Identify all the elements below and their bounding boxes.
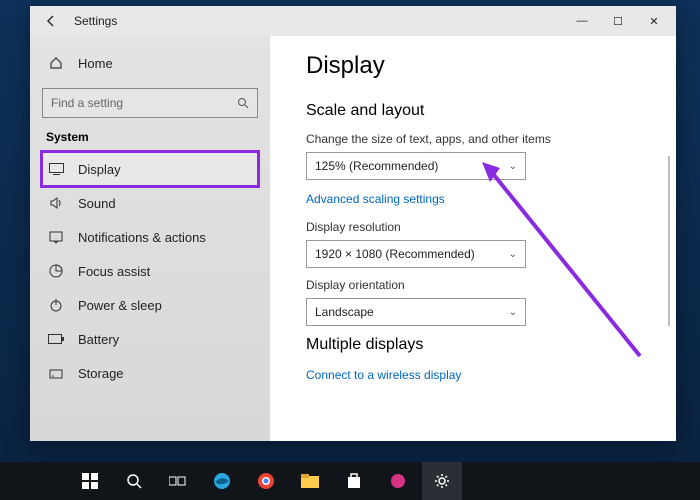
scrollbar[interactable]	[668, 156, 670, 326]
maximize-button[interactable]: ☐	[600, 6, 636, 36]
advanced-scaling-link[interactable]: Advanced scaling settings	[306, 192, 445, 206]
search-placeholder: Find a setting	[51, 96, 123, 110]
sidebar-item-label: Focus assist	[78, 264, 150, 279]
resolution-label: Display resolution	[306, 220, 648, 234]
sidebar-item-label: Battery	[78, 332, 119, 347]
store-button[interactable]	[334, 462, 374, 500]
scale-select[interactable]: 125% (Recommended) ⌄	[306, 152, 526, 180]
taskview-button[interactable]	[158, 462, 198, 500]
scale-label: Change the size of text, apps, and other…	[306, 132, 648, 146]
sidebar-item-label: Storage	[78, 366, 124, 381]
content-pane: Display Scale and layout Change the size…	[270, 36, 676, 441]
window-body: Home Find a setting System Display Sound	[30, 36, 676, 441]
notifications-icon	[48, 229, 64, 245]
chrome-button[interactable]	[246, 462, 286, 500]
orientation-select[interactable]: Landscape ⌄	[306, 298, 526, 326]
chevron-down-icon: ⌄	[509, 307, 517, 318]
sidebar: Home Find a setting System Display Sound	[30, 36, 270, 441]
battery-icon	[48, 331, 64, 347]
app-button[interactable]	[378, 462, 418, 500]
settings-window: Settings — ☐ ✕ Home Find a setting Syste…	[30, 6, 676, 441]
power-icon	[48, 297, 64, 313]
sidebar-item-label: Power & sleep	[78, 298, 162, 313]
scale-value: 125% (Recommended)	[315, 159, 438, 173]
orientation-value: Landscape	[315, 305, 374, 319]
search-input[interactable]: Find a setting	[42, 88, 258, 118]
home-icon	[48, 55, 64, 71]
multiple-displays-heading: Multiple displays	[306, 336, 648, 354]
taskbar	[0, 462, 700, 500]
edge-button[interactable]	[202, 462, 242, 500]
focus-icon	[48, 263, 64, 279]
sidebar-label: Home	[78, 56, 113, 71]
sidebar-item-display[interactable]: Display	[42, 152, 258, 186]
chevron-down-icon: ⌄	[509, 249, 517, 260]
minimize-button[interactable]: —	[564, 6, 600, 36]
sidebar-item-power[interactable]: Power & sleep	[42, 288, 258, 322]
wireless-display-link[interactable]: Connect to a wireless display	[306, 368, 461, 382]
titlebar: Settings — ☐ ✕	[30, 6, 676, 36]
sidebar-item-focus[interactable]: Focus assist	[42, 254, 258, 288]
search-icon	[237, 97, 249, 109]
sidebar-home[interactable]: Home	[42, 46, 258, 80]
sidebar-item-label: Display	[78, 162, 121, 177]
sidebar-item-label: Sound	[78, 196, 116, 211]
window-controls: — ☐ ✕	[564, 6, 672, 36]
resolution-value: 1920 × 1080 (Recommended)	[315, 247, 475, 261]
search-button[interactable]	[114, 462, 154, 500]
settings-taskbar-button[interactable]	[422, 462, 462, 500]
resolution-select[interactable]: 1920 × 1080 (Recommended) ⌄	[306, 240, 526, 268]
window-title: Settings	[74, 14, 117, 28]
sidebar-item-label: Notifications & actions	[78, 230, 206, 245]
back-button[interactable]	[44, 14, 62, 28]
start-button[interactable]	[70, 462, 110, 500]
display-icon	[48, 161, 64, 177]
scale-heading: Scale and layout	[306, 102, 648, 120]
sidebar-item-storage[interactable]: Storage	[42, 356, 258, 390]
sidebar-item-battery[interactable]: Battery	[42, 322, 258, 356]
page-title: Display	[306, 52, 648, 80]
sidebar-item-notifications[interactable]: Notifications & actions	[42, 220, 258, 254]
close-button[interactable]: ✕	[636, 6, 672, 36]
sidebar-section: System	[46, 130, 258, 144]
storage-icon	[48, 365, 64, 381]
desktop: Settings — ☐ ✕ Home Find a setting Syste…	[0, 0, 700, 500]
sound-icon	[48, 195, 64, 211]
sidebar-item-sound[interactable]: Sound	[42, 186, 258, 220]
explorer-button[interactable]	[290, 462, 330, 500]
orientation-label: Display orientation	[306, 278, 648, 292]
chevron-down-icon: ⌄	[509, 161, 517, 172]
